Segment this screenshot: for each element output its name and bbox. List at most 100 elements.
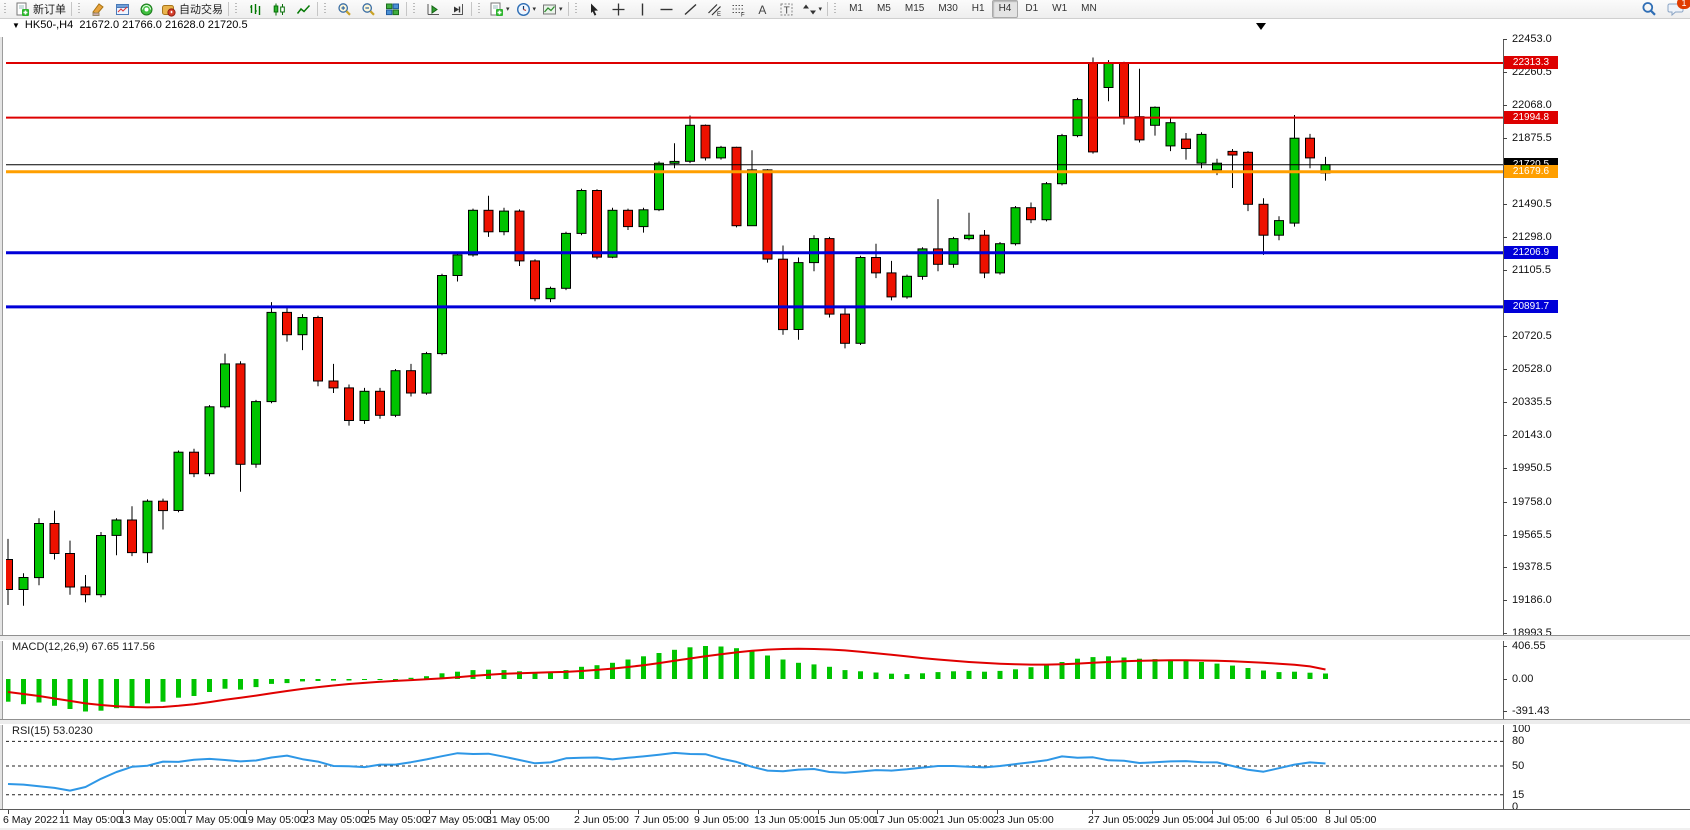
chart-dropdown-icon[interactable]: ▼	[12, 21, 20, 30]
vertical-line-button[interactable]	[631, 0, 655, 18]
price-badge-pivot: 21679.6	[1504, 165, 1558, 178]
price-tick	[1503, 600, 1507, 601]
toolbar-separator	[71, 2, 72, 16]
rsi-panel-divider[interactable]	[0, 719, 1690, 725]
chart-shift-button[interactable]	[445, 0, 469, 18]
new-chart-button[interactable]: ▾	[486, 0, 513, 18]
date-tick-label: 17 May 05:00	[181, 814, 245, 826]
search-icon[interactable]	[1641, 1, 1657, 17]
timeframe-d1-button[interactable]: D1	[1018, 0, 1045, 18]
timeframe-mn-button[interactable]: MN	[1074, 0, 1104, 18]
rsi-plot[interactable]: RSI(15) 53.0230	[6, 723, 1503, 809]
arrows-button[interactable]: ▾	[799, 0, 826, 18]
zoom-out-icon	[361, 2, 376, 17]
signals-button[interactable]	[134, 0, 158, 18]
timeframe-w1-button[interactable]: W1	[1045, 0, 1074, 18]
toolbar-separator	[317, 2, 318, 16]
zoom-out-button[interactable]	[356, 0, 380, 18]
chart-shift-marker[interactable]	[1256, 23, 1266, 30]
candlestick-chart-icon	[272, 2, 287, 17]
dropdown-caret-icon: ▾	[559, 5, 563, 13]
timeframe-m15-button[interactable]: M15	[898, 0, 931, 18]
timeframe-h4-button[interactable]: H4	[992, 0, 1019, 18]
svg-text:A: A	[758, 3, 766, 17]
autotrading-button[interactable]: 自动交易	[158, 0, 226, 18]
new-chart-icon	[489, 2, 504, 17]
date-tick-label: 7 Jun 05:00	[634, 814, 689, 826]
text-icon: A	[755, 2, 770, 17]
main-chart-plot[interactable]	[6, 39, 1503, 635]
timeframe-m1-button[interactable]: M1	[842, 0, 870, 18]
toolbar-grip[interactable]	[235, 3, 240, 15]
horizontal-line-button[interactable]	[655, 0, 679, 18]
crosshair-button[interactable]	[607, 0, 631, 18]
price-badge-support: 20891.7	[1504, 300, 1558, 313]
timeframe-m5-button[interactable]: M5	[870, 0, 898, 18]
toolbar-grip[interactable]	[78, 3, 83, 15]
text-label-button[interactable]: T	[775, 0, 799, 18]
periods-button[interactable]: ▾	[513, 0, 540, 18]
candles-layer	[6, 39, 1503, 635]
auto-scroll-button[interactable]	[421, 0, 445, 18]
price-tick-label: 20720.5	[1512, 330, 1552, 342]
candlestick-chart-button[interactable]	[267, 0, 291, 18]
price-tick-label: 19950.5	[1512, 462, 1552, 474]
text-label-icon: T	[779, 2, 794, 17]
trendline-button[interactable]	[679, 0, 703, 18]
price-axis[interactable]: 22453.022260.522068.021875.521490.521298…	[1504, 39, 1690, 635]
timeframe-h1-button[interactable]: H1	[965, 0, 992, 18]
rsi-tick-label: 15	[1512, 789, 1524, 801]
chart-symbol-period: HK50-,H4	[25, 19, 73, 31]
dropdown-caret-icon: ▾	[533, 5, 537, 13]
macd-panel-divider[interactable]	[0, 635, 1690, 641]
macd-plot[interactable]: MACD(12,26,9) 67.65 117.56	[6, 639, 1503, 719]
autotrading-icon	[161, 2, 176, 17]
cursor-button[interactable]	[583, 0, 607, 18]
date-tick-label: 2 Jun 05:00	[574, 814, 629, 826]
styler-icon-icon	[91, 2, 106, 17]
price-tick	[1503, 105, 1507, 106]
macd-label: MACD(12,26,9) 67.65 117.56	[12, 641, 155, 653]
equidistant-channel-button[interactable]: E	[703, 0, 727, 18]
macd-layer	[6, 639, 1503, 719]
chat-icon[interactable]: 1	[1667, 1, 1684, 17]
price-tick	[1503, 39, 1507, 40]
date-tick-label: 15 Jun 05:00	[814, 814, 875, 826]
macd-tick-label: 406.55	[1512, 640, 1546, 652]
date-tick-label: 19 May 05:00	[242, 814, 306, 826]
date-axis[interactable]: 6 May 202211 May 05:0013 May 05:0017 May…	[0, 809, 1690, 828]
price-tick-label: 22453.0	[1512, 33, 1552, 45]
toolbar-separator	[568, 2, 569, 16]
bar-chart-button[interactable]	[243, 0, 267, 18]
zoom-in-button[interactable]	[332, 0, 356, 18]
toolbar-grip[interactable]	[4, 3, 9, 15]
fibonacci-button[interactable]: F	[727, 0, 751, 18]
toolbar-grip[interactable]	[834, 3, 839, 15]
chart-window-button[interactable]	[110, 0, 134, 18]
tile-windows-icon	[385, 2, 400, 17]
price-tick	[1503, 633, 1507, 634]
new-order-button[interactable]: 新订单	[12, 0, 69, 18]
trendline-icon	[683, 2, 698, 17]
text-button[interactable]: A	[751, 0, 775, 18]
chart-titlebar: ▼HK50-,H4 21672.0 21766.0 21628.0 21720.…	[0, 19, 1690, 37]
price-tick-label: 20528.0	[1512, 363, 1552, 375]
line-chart-icon	[296, 2, 311, 17]
price-tick	[1503, 435, 1507, 436]
toolbar-grip[interactable]	[575, 3, 580, 15]
price-tick	[1503, 204, 1507, 205]
styler-icon-button[interactable]	[86, 0, 110, 18]
toolbar-grip[interactable]	[324, 3, 329, 15]
toolbar-grip[interactable]	[413, 3, 418, 15]
macd-tick	[1503, 646, 1507, 647]
line-chart-button[interactable]	[291, 0, 315, 18]
toolbar-grip[interactable]	[478, 3, 483, 15]
date-tick-label: 25 May 05:00	[364, 814, 428, 826]
tile-windows-button[interactable]	[380, 0, 404, 18]
vertical-line-icon	[635, 2, 650, 17]
price-badge-resistance: 22313.3	[1504, 56, 1558, 69]
date-tick-label: 27 Jun 05:00	[1088, 814, 1149, 826]
price-tick	[1503, 535, 1507, 536]
timeframe-m30-button[interactable]: M30	[931, 0, 964, 18]
templates-button[interactable]: ▾	[539, 0, 566, 18]
